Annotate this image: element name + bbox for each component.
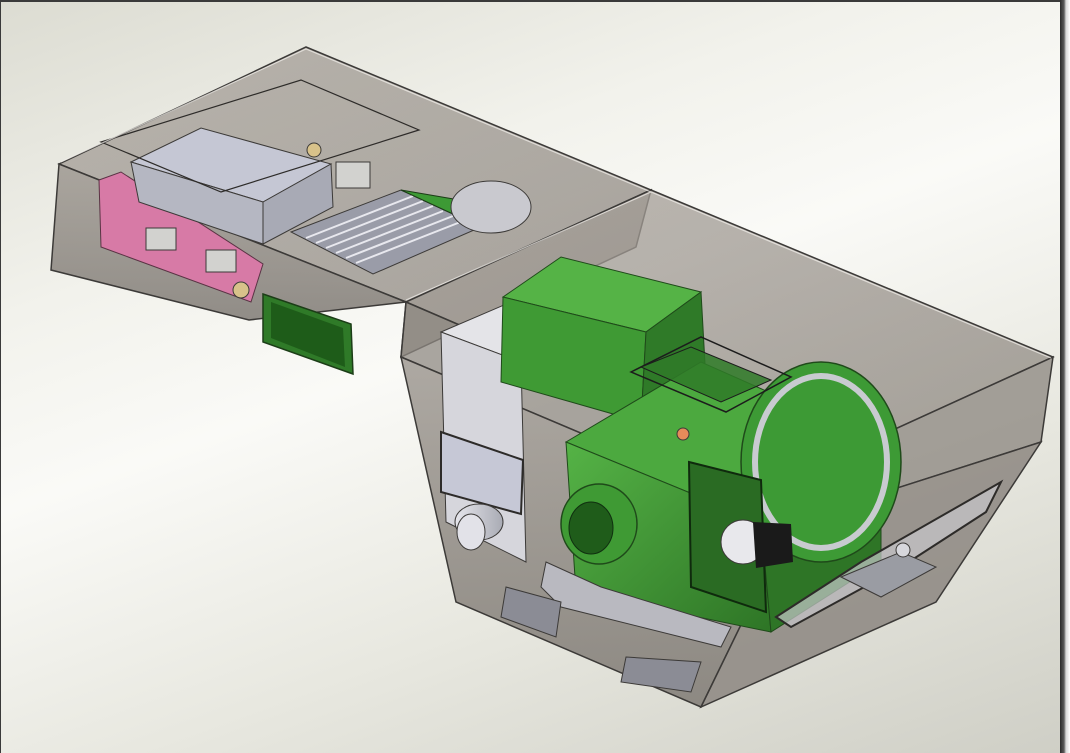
right-enclosure (399, 189, 1055, 709)
cad-assembly-model[interactable] (1, 2, 1060, 753)
cad-viewport[interactable] (0, 0, 1060, 753)
viewport-edge (1060, 0, 1070, 753)
